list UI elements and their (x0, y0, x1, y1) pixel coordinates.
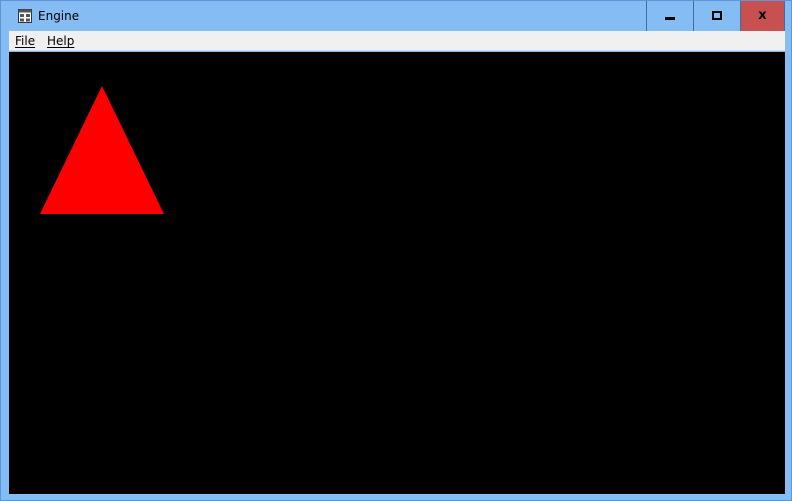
close-icon: x (758, 8, 767, 23)
red-triangle (40, 86, 164, 214)
window-title: Engine (38, 9, 80, 23)
minimize-button[interactable] (646, 1, 693, 31)
render-viewport[interactable] (9, 52, 785, 494)
minimize-icon (665, 17, 675, 20)
app-window: Engine x File Help (0, 0, 792, 501)
menu-bar: File Help (9, 31, 785, 51)
menu-item-help[interactable]: Help (47, 34, 74, 48)
maximize-button[interactable] (693, 1, 740, 31)
menu-item-file[interactable]: File (15, 34, 35, 48)
maximize-icon (712, 11, 722, 20)
close-button[interactable]: x (740, 1, 785, 31)
scene-canvas (40, 86, 164, 214)
title-bar[interactable]: Engine x (1, 1, 791, 31)
app-window-icon[interactable] (17, 8, 33, 24)
